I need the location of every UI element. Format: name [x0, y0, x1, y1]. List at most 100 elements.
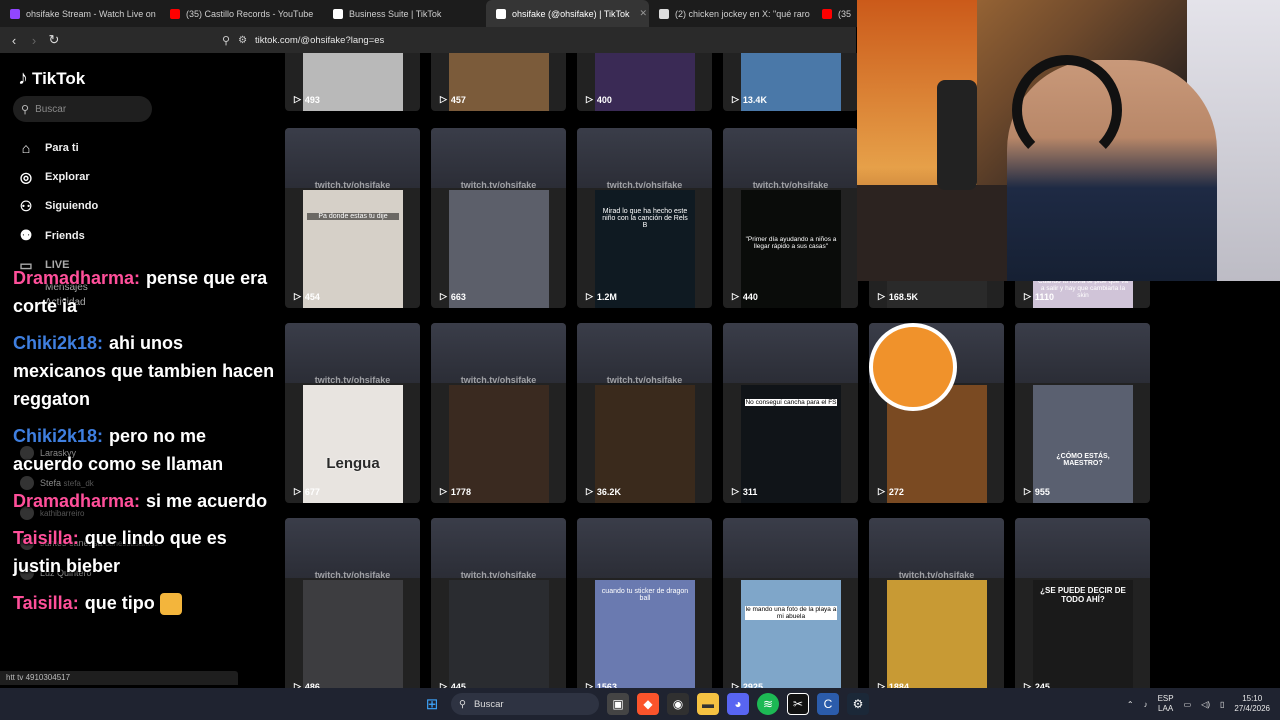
screen: ohsifake Stream - Watch Live on (35) Cas… — [0, 0, 1280, 720]
video-card[interactable]: twitch.tv/ohsifake "Primer día ayudando … — [723, 128, 858, 308]
video-caption: Mirad lo que ha hecho este niño con la c… — [602, 208, 688, 229]
play-icon: ▷ — [440, 486, 447, 496]
video-card[interactable]: ▷ 400 — [577, 53, 712, 111]
windows-start-icon[interactable]: ⊞ — [421, 693, 443, 715]
network-icon[interactable]: ▭ — [1184, 700, 1192, 709]
browser-tab[interactable]: (35 — [812, 0, 856, 27]
tab-title: ohsifake Stream - Watch Live on — [26, 8, 156, 19]
stream-cam-thumbnail — [577, 323, 712, 383]
browser-tab[interactable]: (35) Castillo Records - YouTube — [160, 0, 323, 27]
browser-tab-active[interactable]: ohsifake (@ohsifake) | TikTok ✕ — [486, 0, 649, 27]
tab-title: Business Suite | TikTok — [349, 8, 442, 19]
video-card[interactable]: ¿CÓMO ESTÁS, MAESTRO? ▷ 955 — [1015, 323, 1150, 503]
chat-author: Chiki2k18: — [13, 426, 104, 446]
microphone-icon[interactable]: ♪ — [1144, 700, 1148, 709]
url-field[interactable]: ⚲ ⚙ tiktok.com/@ohsifake?lang=es — [222, 34, 384, 47]
tiktok-logo[interactable]: ♪ TikTok — [18, 67, 85, 90]
spotify-icon[interactable]: ≋ — [757, 693, 779, 715]
view-count: ▷ 400 — [586, 94, 612, 105]
video-card[interactable]: le mando una foto de la playa a mi abuel… — [723, 518, 858, 698]
brave-browser-icon[interactable]: ◆ — [637, 693, 659, 715]
chat-emote-icon — [159, 593, 182, 616]
video-card[interactable]: ¿SE PUEDE DECIR DE TODO AHÍ? ▷ 245 — [1015, 518, 1150, 698]
video-card[interactable]: twitch.tv/ohsifake ▷ 1778 — [431, 323, 566, 503]
browser-tab[interactable]: Business Suite | TikTok — [323, 0, 486, 27]
video-card[interactable]: twitch.tv/ohsifake ▷ 1884 — [869, 518, 1004, 698]
video-card[interactable]: twitch.tv/ohsifake ▷ 663 — [431, 128, 566, 308]
obs-icon[interactable]: ◉ — [667, 693, 689, 715]
tiktok-icon — [496, 8, 506, 19]
video-card[interactable]: ▷ 13.4K — [723, 53, 858, 111]
chat-text: que tipo — [84, 593, 155, 613]
task-view-icon[interactable]: ▣ — [607, 693, 629, 715]
video-card[interactable]: twitch.tv/ohsifake ▷ 445 — [431, 518, 566, 698]
view-count: ▷ 457 — [440, 94, 466, 105]
watermark: twitch.tv/ohsifake — [898, 570, 975, 580]
chat-message: Dramadharma: pense que era corte ia — [13, 264, 278, 320]
browser-tab[interactable]: (2) chicken jockey en X: "qué raro el — [649, 0, 812, 27]
nav-item-explorar[interactable]: ◎ Explorar — [18, 162, 98, 191]
video-card[interactable]: twitch.tv/ohsifake Mirad lo que ha hecho… — [577, 128, 712, 308]
link-status-bar: htt tv 4910304517 — [0, 671, 238, 685]
video-card[interactable]: ▷ 457 — [431, 53, 566, 111]
compass-icon: ◎ — [19, 168, 33, 185]
close-tab-icon[interactable]: ✕ — [640, 8, 648, 19]
site-info-icon[interactable]: ⚙ — [238, 35, 247, 46]
video-card[interactable]: twitch.tv/ohsifake Pa donde estas tu dij… — [285, 128, 420, 308]
search-icon: ⚲ — [459, 698, 466, 710]
volume-icon[interactable]: ◁) — [1201, 700, 1210, 709]
chat-message: Taisilla: que lindo que es justin bieber — [13, 524, 278, 580]
capcut-icon[interactable]: ✂ — [787, 693, 809, 715]
view-count: ▷ 1778 — [440, 486, 471, 497]
taskbar-search[interactable]: ⚲ Buscar — [451, 693, 599, 715]
logo-text: TikTok — [32, 68, 86, 88]
nav-item-siguiendo[interactable]: ⚇ Siguiendo — [18, 192, 98, 221]
watermark: twitch.tv/ohsifake — [460, 375, 537, 385]
file-explorer-icon[interactable]: ▬ — [697, 693, 719, 715]
steam-icon[interactable]: ⚙ — [847, 693, 869, 715]
view-count: ▷ 663 — [440, 291, 466, 302]
view-count: ▷ 493 — [294, 94, 320, 105]
bookmark-icon[interactable]: ⚲ — [222, 34, 230, 47]
language-indicator[interactable]: ESP LAA — [1158, 694, 1174, 714]
view-count: ▷ 311 — [732, 486, 758, 497]
chat-author: Taisilla: — [13, 528, 79, 548]
system-tray: ⌃ ♪ ESP LAA ▭ ◁) ▯ 15:10 27/4/2026 — [1127, 688, 1270, 720]
battery-icon[interactable]: ▯ — [1220, 700, 1224, 709]
video-card[interactable]: ▷ 493 — [285, 53, 420, 111]
stream-cam-thumbnail — [285, 128, 420, 188]
chat-author: Chiki2k18: — [13, 333, 104, 353]
play-icon: ▷ — [294, 94, 301, 104]
video-card[interactable]: twitch.tv/ohsifake ▷ 36.2K — [577, 323, 712, 503]
windows-taskbar: ⊞ ⚲ Buscar ▣ ◆ ◉ ▬ ◕ ≋ ✂ C ⚙ ⌃ ♪ ESP LAA… — [0, 688, 1280, 720]
view-count: ▷ 1110 — [1024, 291, 1054, 302]
youtube-icon — [822, 8, 832, 19]
stream-cam-thumbnail — [723, 518, 858, 578]
forward-icon[interactable]: › — [24, 33, 44, 48]
browser-tab[interactable]: ohsifake Stream - Watch Live on — [0, 0, 160, 27]
ccleaner-icon[interactable]: C — [817, 693, 839, 715]
tab-title: ohsifake (@ohsifake) | TikTok — [512, 8, 630, 19]
nav-item-friends[interactable]: ⚉ Friends — [18, 221, 98, 250]
chat-message: Chiki2k18: pero no me acuerdo como se lla… — [13, 422, 278, 478]
nav-item-para-ti[interactable]: ⌂ Para ti — [18, 133, 98, 162]
stream-cam-thumbnail — [285, 323, 420, 383]
video-card[interactable]: cuando tu sticker de dragon ball ▷ 1563 — [577, 518, 712, 698]
search-input[interactable]: ⚲ Buscar — [13, 96, 152, 122]
reload-icon[interactable]: ↻ — [44, 32, 64, 48]
play-icon: ▷ — [732, 291, 739, 301]
video-card[interactable]: twitch.tv/ohsifake ▷ 486 — [285, 518, 420, 698]
clock[interactable]: 15:10 27/4/2026 — [1234, 694, 1270, 714]
stream-cam-thumbnail — [723, 128, 858, 188]
video-caption: Lengua — [326, 455, 380, 472]
stream-cam-thumbnail — [577, 518, 712, 578]
play-icon: ▷ — [294, 486, 301, 496]
back-icon[interactable]: ‹ — [4, 33, 24, 48]
video-card[interactable]: No conseguí cancha para el FS ▷ 311 — [723, 323, 858, 503]
discord-icon[interactable]: ◕ — [727, 693, 749, 715]
show-hidden-icons-icon[interactable]: ⌃ — [1127, 700, 1134, 709]
chat-author: Taisilla: — [13, 593, 79, 613]
play-icon: ▷ — [440, 291, 447, 301]
video-card[interactable]: ▷ 272 — [869, 323, 1004, 503]
video-card[interactable]: twitch.tv/ohsifake Lengua ▷ 677 — [285, 323, 420, 503]
